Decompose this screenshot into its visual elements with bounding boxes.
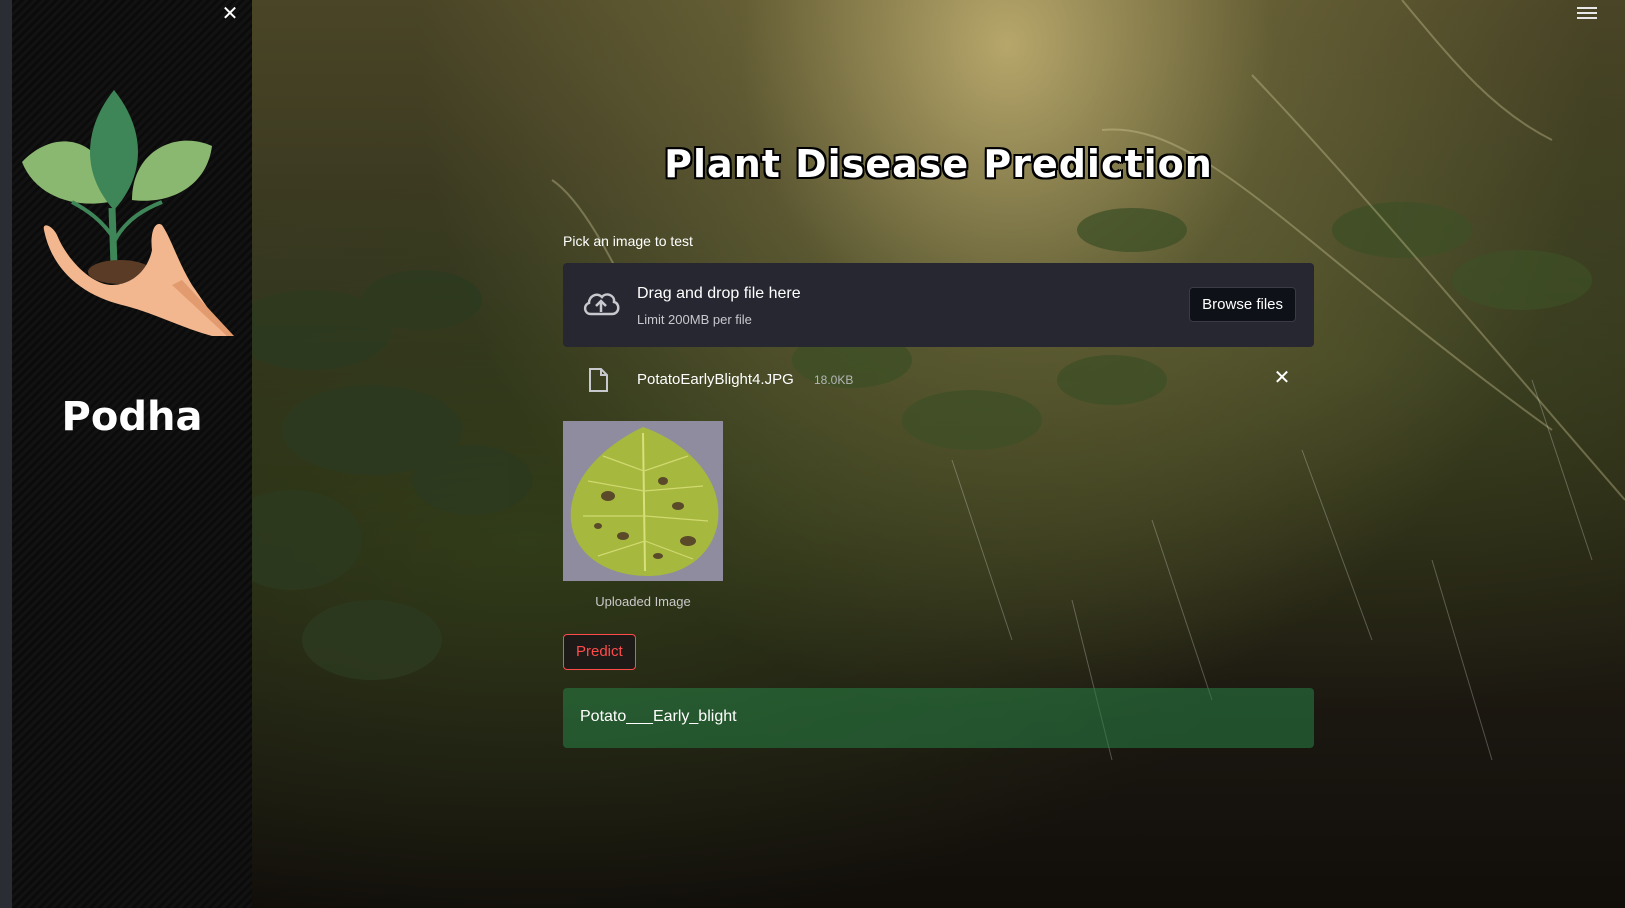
- prediction-result: Potato___Early_blight: [563, 688, 1314, 748]
- brand-name: Podha: [61, 394, 203, 440]
- main-area: Plant Disease Prediction Pick an image t…: [252, 0, 1625, 908]
- window-edge: [0, 0, 12, 908]
- remove-file-icon[interactable]: ✕: [1270, 366, 1294, 390]
- file-dropzone[interactable]: Drag and drop file here Limit 200MB per …: [563, 263, 1314, 347]
- prediction-result-text: Potato___Early_blight: [580, 708, 737, 725]
- file-icon: [589, 368, 608, 392]
- sidebar-close-icon[interactable]: ✕: [218, 2, 242, 26]
- file-name: PotatoEarlyBlight4.JPG: [637, 371, 794, 388]
- plant-hand-logo: [22, 90, 234, 336]
- uploaded-leaf-image: [563, 421, 723, 581]
- uploaded-file-row: PotatoEarlyBlight4.JPG 18.0KB ✕: [563, 362, 1314, 396]
- browse-files-button[interactable]: Browse files: [1189, 287, 1296, 322]
- uploader-label: Pick an image to test: [563, 233, 693, 249]
- dropzone-title: Drag and drop file here: [637, 285, 801, 302]
- field-background-image: [252, 0, 1625, 761]
- file-size: 18.0KB: [814, 373, 854, 387]
- predict-button[interactable]: Predict: [563, 634, 636, 670]
- sidebar: ✕ Podha: [12, 0, 252, 908]
- hamburger-menu-icon[interactable]: [1577, 4, 1597, 22]
- image-caption: Uploaded Image: [595, 594, 691, 609]
- dropzone-limit: Limit 200MB per file: [637, 312, 752, 327]
- page-title: Plant Disease Prediction: [664, 142, 1213, 186]
- cloud-upload-icon: [583, 293, 620, 316]
